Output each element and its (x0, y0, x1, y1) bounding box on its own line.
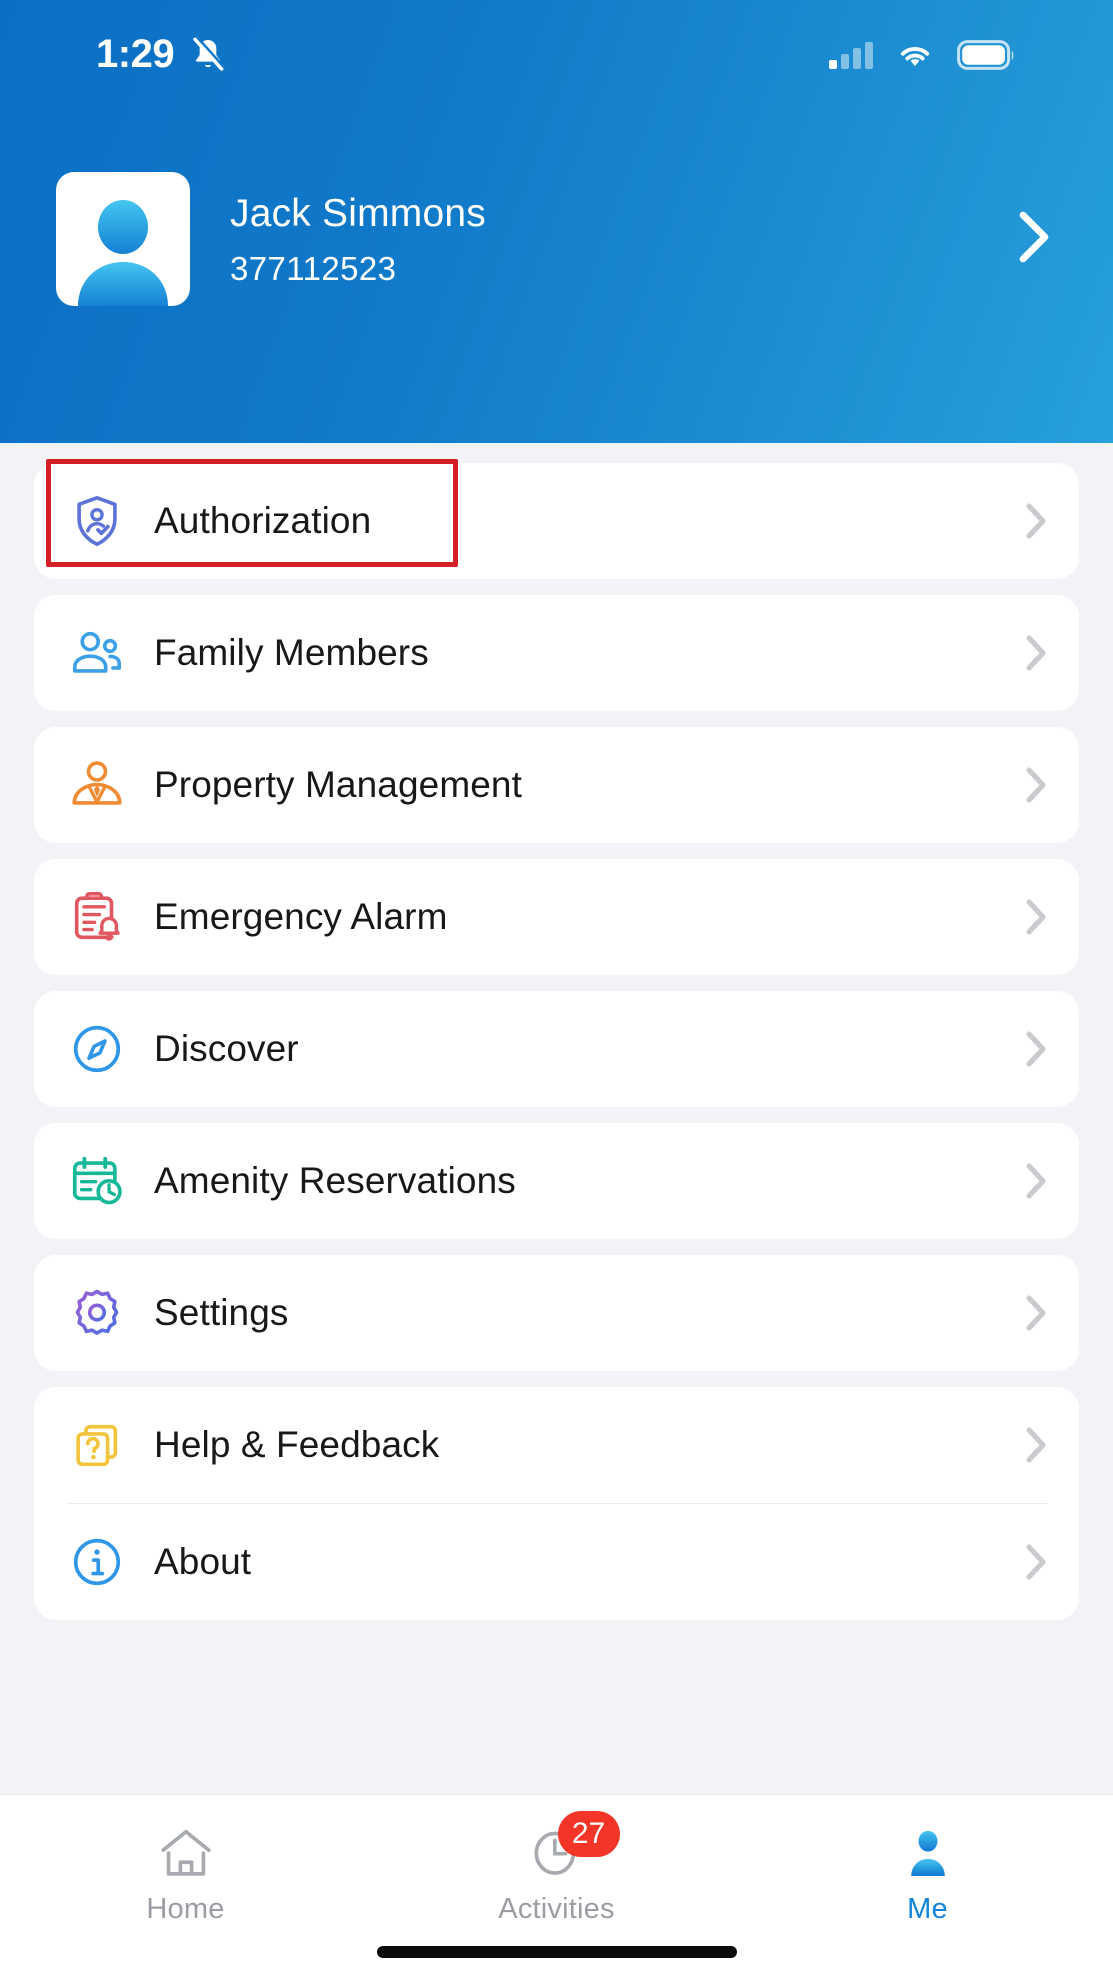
people-group-icon (66, 622, 128, 684)
menu-item-label: Family Members (154, 632, 429, 673)
menu-item-emergency-alarm[interactable]: Emergency Alarm (34, 859, 1079, 975)
tab-label: Home (146, 1893, 225, 1925)
person-icon (893, 1821, 963, 1885)
chevron-right-icon (1019, 1539, 1053, 1585)
menu-card-family-members: Family Members (34, 595, 1079, 711)
menu-item-label: Emergency Alarm (154, 896, 448, 937)
menu-item-discover[interactable]: Discover (34, 991, 1079, 1107)
menu-item-amenity-reservations[interactable]: Amenity Reservations (34, 1123, 1079, 1239)
activities-badge: 27 (557, 1811, 620, 1857)
help-cards-icon (66, 1414, 128, 1476)
status-bar: 1:29 (0, 0, 1113, 110)
chevron-right-icon (1019, 894, 1053, 940)
battery-icon (957, 40, 1014, 70)
compass-icon (66, 1018, 128, 1080)
home-icon (151, 1821, 221, 1885)
menu-item-label: Discover (154, 1028, 299, 1069)
tab-home[interactable]: Home (0, 1821, 371, 1926)
menu-item-label: Authorization (154, 500, 372, 541)
chevron-right-icon (1019, 1422, 1053, 1468)
status-time: 1:29 (96, 31, 175, 76)
tab-activities[interactable]: 27 Activities (371, 1811, 742, 1926)
menu-item-property-management[interactable]: Property Management (34, 727, 1079, 843)
shield-person-icon (66, 490, 128, 552)
profile-header: 1:29 Jack Simmons 377112523 (0, 0, 1113, 443)
chevron-right-icon (1019, 1158, 1053, 1204)
menu-card-help-about: Help & Feedback About (34, 1387, 1079, 1620)
menu-item-label: About (154, 1541, 252, 1582)
status-bar-right (829, 40, 1053, 70)
chevron-right-icon (1019, 1290, 1053, 1336)
menu-card-emergency-alarm: Emergency Alarm (34, 859, 1079, 975)
app-screen: 1:29 Jack Simmons 377112523 Authorizatio… (0, 0, 1113, 1980)
settings-menu-list: Authorization Family Members Property Ma… (0, 443, 1113, 1794)
profile-chevron-icon[interactable] (1011, 207, 1055, 272)
cellular-signal-icon (829, 41, 873, 69)
menu-item-about[interactable]: About (34, 1504, 1079, 1620)
chevron-right-icon (1019, 630, 1053, 676)
menu-item-label: Settings (154, 1292, 289, 1333)
profile-summary[interactable]: Jack Simmons 377112523 (56, 172, 1073, 306)
manager-person-icon (66, 754, 128, 816)
menu-card-discover: Discover (34, 991, 1079, 1107)
calendar-clock-icon (66, 1150, 128, 1212)
menu-card-property-management: Property Management (34, 727, 1079, 843)
menu-item-authorization[interactable]: Authorization (34, 463, 1079, 579)
menu-item-family-members[interactable]: Family Members (34, 595, 1079, 711)
menu-card-amenity-reservations: Amenity Reservations (34, 1123, 1079, 1239)
chevron-right-icon (1019, 1026, 1053, 1072)
clock-icon: 27 (522, 1811, 620, 1885)
tab-me[interactable]: Me (742, 1821, 1113, 1926)
menu-item-settings[interactable]: Settings (34, 1255, 1079, 1371)
profile-text: Jack Simmons 377112523 (230, 190, 1011, 288)
user-avatar-icon (78, 200, 168, 306)
status-bar-left: 1:29 (96, 34, 228, 77)
profile-account-id: 377112523 (230, 249, 397, 287)
menu-card-settings: Settings (34, 1255, 1079, 1371)
menu-item-help-feedback[interactable]: Help & Feedback (34, 1387, 1079, 1503)
profile-name: Jack Simmons (230, 192, 486, 236)
clipboard-bell-icon (66, 886, 128, 948)
bell-slash-icon (193, 36, 226, 71)
avatar (56, 172, 190, 306)
menu-item-label: Help & Feedback (154, 1424, 440, 1465)
menu-card-authorization: Authorization (34, 459, 1079, 579)
tab-label: Activities (498, 1893, 615, 1925)
home-indicator (376, 1946, 737, 1958)
gear-icon (66, 1282, 128, 1344)
wifi-icon (900, 46, 930, 67)
tab-label: Me (907, 1893, 948, 1925)
chevron-right-icon (1019, 498, 1053, 544)
info-circle-icon (66, 1531, 128, 1593)
chevron-right-icon (1019, 762, 1053, 808)
menu-item-label: Amenity Reservations (154, 1160, 516, 1201)
menu-item-label: Property Management (154, 764, 522, 805)
